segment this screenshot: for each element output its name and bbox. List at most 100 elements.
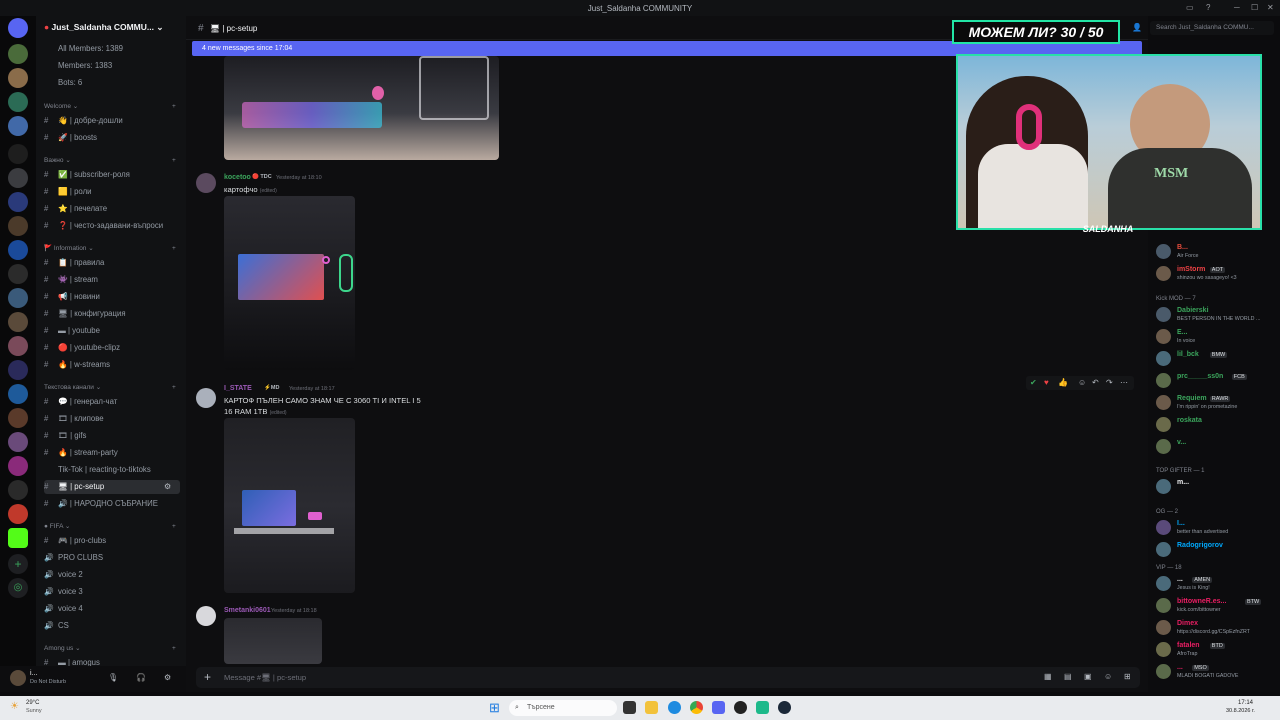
- check-reaction-icon[interactable]: ✔: [1030, 378, 1037, 387]
- gif-icon[interactable]: ▤: [1064, 672, 1072, 681]
- server-icon[interactable]: [8, 288, 28, 308]
- gift-icon[interactable]: ▦: [1044, 672, 1052, 681]
- channel-item[interactable]: # 👾 | stream: [44, 273, 180, 287]
- message-author[interactable]: Smetanki0601: [224, 607, 271, 614]
- home-server-icon[interactable]: [8, 18, 28, 38]
- channel-item[interactable]: # 🔥 | w-streams: [44, 358, 180, 372]
- message-author[interactable]: I_STATE: [224, 385, 252, 392]
- channel-item[interactable]: # 📢 | новини: [44, 290, 180, 304]
- reply-icon[interactable]: ↶: [1092, 378, 1099, 387]
- channel-item[interactable]: # 🔥 | stream-party: [44, 446, 180, 460]
- channel-item[interactable]: # ⭐ | печелате: [44, 202, 180, 216]
- server-icon[interactable]: [8, 240, 28, 260]
- voice-channel-item[interactable]: 🔊 voice 3: [44, 585, 180, 599]
- category-information[interactable]: 🚩 Information ⌄ +: [44, 244, 176, 254]
- add-attachment-icon[interactable]: +: [204, 670, 211, 684]
- server-icon[interactable]: [8, 92, 28, 112]
- member-item[interactable]: Dabierski BEST PERSON IN THE WORLD ...: [1156, 306, 1278, 324]
- message-author[interactable]: kocetoo: [224, 174, 251, 181]
- voice-channel-item[interactable]: 🔊 voice 4: [44, 602, 180, 616]
- server-icon[interactable]: [8, 312, 28, 332]
- obs-icon[interactable]: [734, 701, 747, 714]
- thumbs-up-icon[interactable]: 👍: [1058, 378, 1068, 387]
- server-icon[interactable]: [8, 116, 28, 136]
- file-explorer-icon[interactable]: [645, 701, 658, 714]
- maximize-button[interactable]: ☐: [1251, 3, 1258, 12]
- server-icon[interactable]: [8, 456, 28, 476]
- channel-item[interactable]: # 🎮 | pro-clubs: [44, 534, 180, 548]
- headphones-icon[interactable]: 🎧: [136, 673, 146, 682]
- weather-temp[interactable]: 29°C: [26, 700, 39, 706]
- server-icon[interactable]: [8, 192, 28, 212]
- user-settings-icon[interactable]: ⚙: [164, 673, 171, 682]
- category-important[interactable]: Важно ⌄ +: [44, 156, 176, 166]
- forward-icon[interactable]: ↷: [1106, 378, 1113, 387]
- server-icon[interactable]: [8, 216, 28, 236]
- server-name[interactable]: ● Just_Saldanha COMMU... ⌄: [44, 22, 182, 36]
- server-icon[interactable]: [8, 384, 28, 404]
- server-icon[interactable]: [8, 360, 28, 380]
- member-item[interactable]: Radogrigorov: [1156, 541, 1278, 559]
- member-item[interactable]: B... Air Force: [1156, 243, 1278, 261]
- member-item[interactable]: ... AMEN Jesus is King!: [1156, 575, 1278, 593]
- member-item[interactable]: v...: [1156, 438, 1278, 456]
- weather-icon[interactable]: ☀: [10, 701, 19, 712]
- server-icon[interactable]: [8, 432, 28, 452]
- message-image[interactable]: [224, 418, 355, 593]
- members-list-icon[interactable]: 👤: [1132, 23, 1142, 32]
- edge-icon[interactable]: [668, 701, 681, 714]
- add-server-icon[interactable]: +: [8, 554, 28, 574]
- message-composer[interactable]: + Message #🖥 | pc-setup ▦ ▤ ▣ ☺ ⊞: [196, 667, 1140, 688]
- message-image[interactable]: [224, 618, 322, 664]
- server-icon[interactable]: [8, 480, 28, 500]
- channel-item[interactable]: # 💬 | генерал-чат: [44, 395, 180, 409]
- member-item[interactable]: m...: [1156, 478, 1278, 496]
- server-icon[interactable]: [8, 504, 28, 524]
- voice-channel-item[interactable]: 🔊 voice 2: [44, 568, 180, 582]
- channel-item[interactable]: # 🟨 | роли: [44, 185, 180, 199]
- channel-item[interactable]: Tik-Tok | reacting-to-tiktoks: [44, 463, 180, 477]
- discover-icon[interactable]: ◎: [8, 578, 28, 598]
- steam-icon[interactable]: [778, 701, 791, 714]
- channel-item-selected[interactable]: # 🖥 | pc-setup ⚙: [44, 480, 180, 494]
- emoji-icon[interactable]: ☺: [1104, 672, 1112, 681]
- server-icon[interactable]: [8, 408, 28, 428]
- member-item[interactable]: prc_____ss0n FCB: [1156, 372, 1278, 390]
- server-icon[interactable]: [8, 168, 28, 188]
- message-image[interactable]: [224, 56, 499, 160]
- member-item[interactable]: Dimex https://discord.gg/CSpEzfnZRT: [1156, 619, 1278, 637]
- channel-item[interactable]: # ▬ | youtube: [44, 324, 180, 338]
- channel-item[interactable]: # 🎞 | клипове: [44, 412, 180, 426]
- voice-channel-item[interactable]: 🔊 PRO CLUBS: [44, 551, 180, 565]
- server-icon[interactable]: [8, 68, 28, 88]
- search-input[interactable]: Search Just_Saldanha COMMU...: [1150, 21, 1274, 35]
- sticker-icon[interactable]: ▣: [1084, 672, 1092, 681]
- apps-icon[interactable]: ⊞: [1124, 672, 1131, 681]
- channel-item[interactable]: # 🔊 | НАРОДНО СЪБРАНИЕ: [44, 497, 180, 511]
- minimize-button[interactable]: ─: [1234, 3, 1240, 12]
- clock-time[interactable]: 17:14: [1238, 700, 1253, 706]
- server-icon[interactable]: [8, 44, 28, 64]
- discord-icon[interactable]: [712, 701, 725, 714]
- taskbar-search[interactable]: ⌕ Търсене: [509, 700, 617, 716]
- member-item[interactable]: bittowneR.es... BTW kick.com/bittowner: [1156, 597, 1278, 615]
- microphone-icon[interactable]: 🎙: [108, 673, 118, 682]
- member-item[interactable]: E... In voice: [1156, 328, 1278, 346]
- category-among[interactable]: Among us ⌄ +: [44, 644, 176, 654]
- chrome-icon[interactable]: [690, 701, 703, 714]
- category-fifa[interactable]: ● FIFA ⌄ +: [44, 522, 176, 532]
- kick-server-icon[interactable]: [8, 528, 28, 548]
- add-reaction-icon[interactable]: ☺: [1078, 378, 1086, 387]
- channel-item[interactable]: # 🖥 | конфигурация: [44, 307, 180, 321]
- more-icon[interactable]: ⋯: [1120, 378, 1128, 387]
- member-item[interactable]: ... MSO MLADI BOGATI GADOVE: [1156, 663, 1278, 681]
- member-item[interactable]: lil_bck BMW: [1156, 350, 1278, 368]
- channel-item[interactable]: # 🔴 | youtube-clipz: [44, 341, 180, 355]
- avatar[interactable]: [196, 173, 216, 193]
- category-welcome[interactable]: Welcome ⌄ +: [44, 102, 176, 112]
- voice-channel-item[interactable]: 🔊 CS: [44, 619, 180, 633]
- member-item[interactable]: imStorm AOT shinzou wo sasageyo! <3: [1156, 265, 1278, 283]
- app-icon[interactable]: [756, 701, 769, 714]
- channel-item[interactable]: # 🚀 | boosts: [44, 131, 180, 145]
- start-icon[interactable]: ⊞: [489, 700, 500, 716]
